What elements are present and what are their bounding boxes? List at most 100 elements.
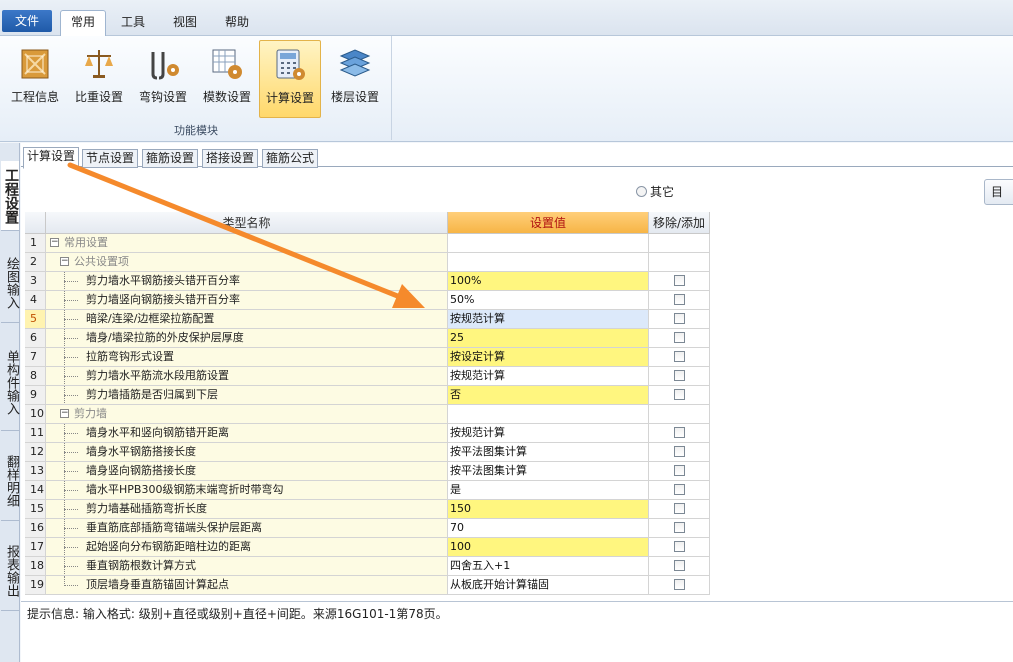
table-row[interactable]: 7 拉筋弯钩形式设置 按设定计算	[25, 348, 710, 367]
row-setting-value[interactable]: 按平法图集计算	[448, 443, 649, 462]
table-row[interactable]: 5 暗梁/连梁/边框梁拉筋配置 按规范计算	[25, 310, 710, 329]
table-row[interactable]: 2− 公共设置项	[25, 253, 710, 272]
side-button[interactable]: 目	[984, 179, 1013, 205]
subtab-node-settings[interactable]: 节点设置	[82, 149, 139, 168]
row-number: 19	[25, 576, 46, 595]
tree-branch	[64, 566, 78, 567]
row-type-name-text: 顶层墙身垂直筋锚固计算起点	[86, 578, 229, 591]
row-setting-value[interactable]: 是	[448, 481, 649, 500]
row-setting-value	[448, 405, 649, 424]
remove-add-checkbox[interactable]	[673, 465, 685, 476]
remove-add-checkbox[interactable]	[673, 351, 685, 362]
row-setting-value[interactable]: 100	[448, 538, 649, 557]
table-row[interactable]: 4 剪力墙竖向钢筋接头错开百分率 50%	[25, 291, 710, 310]
row-setting-value	[448, 253, 649, 272]
row-setting-value[interactable]: 否	[448, 386, 649, 405]
row-setting-value[interactable]: 四舍五入+1	[448, 557, 649, 576]
vtab-report-output[interactable]: 报表输出	[1, 531, 19, 611]
subtab-calc-settings[interactable]: 计算设置	[23, 147, 80, 169]
menu-view[interactable]: 视图	[164, 11, 206, 33]
row-setting-value[interactable]: 25	[448, 329, 649, 348]
table-row[interactable]: 11 墙身水平和竖向钢筋错开距离 按规范计算	[25, 424, 710, 443]
remove-add-checkbox[interactable]	[673, 446, 685, 457]
subtab-stirrup-formula[interactable]: 箍筋公式	[262, 149, 319, 168]
table-row[interactable]: 9 剪力墙插筋是否归属到下层 否	[25, 386, 710, 405]
remove-add-checkbox[interactable]	[673, 522, 685, 533]
row-number: 11	[25, 424, 46, 443]
table-row[interactable]: 1− 常用设置	[25, 234, 710, 253]
menu-tools[interactable]: 工具	[112, 11, 154, 33]
menu-file[interactable]: 文件	[2, 10, 52, 32]
remove-add-checkbox[interactable]	[673, 389, 685, 400]
table-row[interactable]: 16 垂直筋底部插筋弯锚端头保护层距离 70	[25, 519, 710, 538]
vtab-layout-details[interactable]: 翻样明细	[1, 441, 19, 521]
vtab-single-component-input[interactable]: 单构件输入	[1, 335, 19, 431]
table-row[interactable]: 13 墙身竖向钢筋搭接长度 按平法图集计算	[25, 462, 710, 481]
subtab-lap-settings[interactable]: 搭接设置	[202, 149, 259, 168]
vtab-drawing-input[interactable]: 绘图输入	[1, 243, 19, 323]
table-row[interactable]: 18 垂直钢筋根数计算方式 四舍五入+1	[25, 557, 710, 576]
collapse-icon[interactable]: −	[50, 238, 59, 247]
header-setting-value[interactable]: 设置值	[448, 212, 649, 234]
tree-branch	[64, 338, 78, 339]
menu-help[interactable]: 帮助	[216, 11, 258, 33]
row-action-cell	[649, 329, 710, 348]
row-setting-value[interactable]: 从板底开始计算锚固	[448, 576, 649, 595]
project-info-button[interactable]: 工程信息	[4, 40, 66, 118]
hint-panel: 提示信息: 输入格式: 级别+直径或级别+直径+间距。来源16G101-1第78…	[21, 601, 1013, 661]
row-setting-value[interactable]: 按规范计算	[448, 424, 649, 443]
weight-settings-button[interactable]: 比重设置	[68, 40, 130, 118]
table-row[interactable]: 10− 剪力墙	[25, 405, 710, 424]
vtab-project-settings[interactable]: 工程设置	[1, 161, 19, 231]
table-row[interactable]: 17 起始竖向分布钢筋距暗柱边的距离 100	[25, 538, 710, 557]
row-type-name: 剪力墙插筋是否归属到下层	[46, 386, 448, 405]
table-row[interactable]: 14 墙水平HPB300级钢筋末端弯折时带弯勾 是	[25, 481, 710, 500]
row-setting-value[interactable]: 70	[448, 519, 649, 538]
remove-add-checkbox[interactable]	[673, 541, 685, 552]
subtab-stirrup-settings[interactable]: 箍筋设置	[142, 149, 199, 168]
remove-add-checkbox[interactable]	[673, 370, 685, 381]
row-setting-value[interactable]: 150	[448, 500, 649, 519]
row-type-name: 墙身竖向钢筋搭接长度	[46, 462, 448, 481]
table-row[interactable]: 3 剪力墙水平钢筋接头错开百分率 100%	[25, 272, 710, 291]
menu-common[interactable]: 常用	[60, 10, 106, 37]
radio-other[interactable]: 其它	[636, 183, 674, 200]
table-row[interactable]: 15 剪力墙基础插筋弯折长度 150	[25, 500, 710, 519]
row-setting-value[interactable]: 按规范计算	[448, 367, 649, 386]
table-row[interactable]: 12 墙身水平钢筋搭接长度 按平法图集计算	[25, 443, 710, 462]
ribbon-group-function-module: 工程信息 比重设置 弯钩设置 模数设置 计算设置 楼层设置 功能模块	[0, 36, 392, 140]
remove-add-checkbox[interactable]	[673, 294, 685, 305]
modulus-settings-label: 模数设置	[202, 90, 251, 104]
modulus-settings-button[interactable]: 模数设置	[196, 40, 258, 118]
row-action-cell	[649, 443, 710, 462]
row-setting-value[interactable]: 按设定计算	[448, 348, 649, 367]
hook-settings-button[interactable]: 弯钩设置	[132, 40, 194, 118]
remove-add-checkbox[interactable]	[673, 503, 685, 514]
row-setting-value[interactable]: 按平法图集计算	[448, 462, 649, 481]
remove-add-checkbox[interactable]	[673, 313, 685, 324]
collapse-icon[interactable]: −	[60, 257, 69, 266]
remove-add-checkbox[interactable]	[673, 275, 685, 286]
row-setting-value[interactable]: 100%	[448, 272, 649, 291]
header-type-name[interactable]: 类型名称	[46, 212, 448, 234]
tree-branch	[64, 395, 78, 396]
table-row[interactable]: 6 墙身/墙梁拉筋的外皮保护层厚度 25	[25, 329, 710, 348]
collapse-icon[interactable]: −	[60, 409, 69, 418]
remove-add-checkbox[interactable]	[673, 427, 685, 438]
table-row[interactable]: 8 剪力墙水平筋流水段甩筋设置 按规范计算	[25, 367, 710, 386]
table-row[interactable]: 19 顶层墙身垂直筋锚固计算起点 从板底开始计算锚固	[25, 576, 710, 595]
row-type-name: 暗梁/连梁/边框梁拉筋配置	[46, 310, 448, 329]
row-type-name-text: 墙身水平钢筋搭接长度	[86, 445, 196, 458]
row-setting-value[interactable]: 50%	[448, 291, 649, 310]
calc-settings-button[interactable]: 计算设置	[259, 40, 321, 118]
floor-settings-button[interactable]: 楼层设置	[324, 40, 386, 118]
row-setting-value[interactable]: 按规范计算	[448, 310, 649, 329]
remove-add-checkbox[interactable]	[673, 332, 685, 343]
header-index	[25, 212, 46, 234]
remove-add-checkbox[interactable]	[673, 579, 685, 590]
header-remove-add[interactable]: 移除/添加	[649, 212, 710, 234]
modulus-settings-icon	[212, 49, 242, 79]
remove-add-checkbox[interactable]	[673, 560, 685, 571]
remove-add-checkbox[interactable]	[673, 484, 685, 495]
row-type-name-text: 常用设置	[64, 236, 108, 249]
